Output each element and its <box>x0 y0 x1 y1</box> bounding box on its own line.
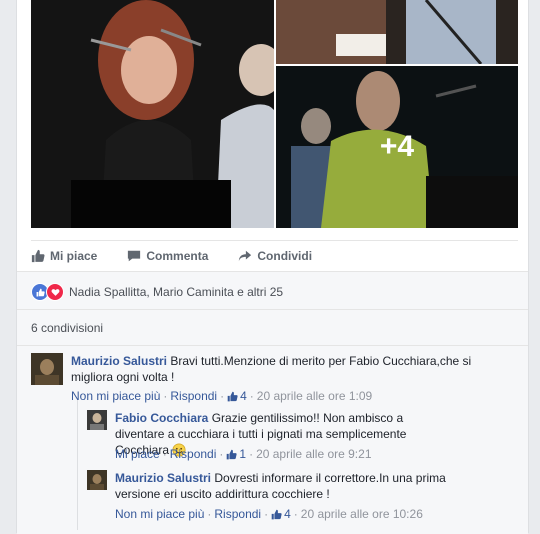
share-label: Condividi <box>257 249 313 263</box>
like-link[interactable]: Mi piace <box>115 447 160 461</box>
comment-time[interactable]: 20 aprile alle ore 1:09 <box>257 389 372 403</box>
reply-link[interactable]: Rispondi <box>170 447 217 461</box>
like-label: Mi piace <box>50 249 98 263</box>
reply-time[interactable]: 20 aprile alle ore 10:26 <box>301 507 423 521</box>
avatar[interactable] <box>31 353 63 385</box>
unlike-link[interactable]: Non mi piace più <box>71 389 160 403</box>
comment-meta: Non mi piace più · Rispondi · 4 · 20 apr… <box>71 389 373 403</box>
reply-meta: Mi piace · Rispondi · 1 · 20 aprile alle… <box>115 447 372 461</box>
reply-thread-line <box>77 400 78 530</box>
reply-like-count[interactable]: 4 <box>284 507 291 521</box>
avatar[interactable] <box>87 470 107 490</box>
more-photos-count[interactable]: +4 <box>276 66 518 228</box>
reply-item: Fabio Cocchiara Grazie gentilissimo!! No… <box>87 410 517 462</box>
thumbs-up-icon <box>31 249 45 263</box>
comment-icon <box>128 250 141 262</box>
shares-row: 6 condivisioni <box>17 309 528 346</box>
shares-count[interactable]: 6 condivisioni <box>31 321 103 335</box>
love-reaction-icon <box>46 283 64 301</box>
avatar[interactable] <box>87 410 107 430</box>
photo-top-right[interactable] <box>276 0 518 64</box>
share-icon <box>239 250 252 262</box>
reply-item: Maurizio Salustri Dovresti informare il … <box>87 470 517 522</box>
comments-section: Maurizio Salustri Bravi tutti.Menzione d… <box>17 345 528 534</box>
reply-author[interactable]: Fabio Cocchiara <box>115 411 208 425</box>
thumbs-up-icon <box>227 449 238 459</box>
thumbs-up-icon <box>271 509 282 519</box>
reactions-bar: Nadia Spallitta, Mario Caminita e altri … <box>17 271 528 310</box>
comment-button[interactable]: Commenta <box>127 249 208 263</box>
post-actions: Mi piace Commenta Condividi <box>31 240 518 271</box>
comment-like-count[interactable]: 4 <box>240 389 247 403</box>
comment-label: Commenta <box>146 249 209 263</box>
reply-like-count[interactable]: 1 <box>239 447 246 461</box>
reply-meta: Non mi piace più · Rispondi · 4 · 20 apr… <box>115 507 423 521</box>
reply-time[interactable]: 20 aprile alle ore 9:21 <box>256 447 371 461</box>
like-button[interactable]: Mi piace <box>31 249 97 263</box>
photo-bottom-right[interactable]: +4 <box>276 66 518 228</box>
photo-grid: +4 <box>31 0 518 228</box>
reply-link[interactable]: Rispondi <box>214 507 261 521</box>
reactions-names[interactable]: Nadia Spallitta, Mario Caminita e altri … <box>69 285 283 299</box>
reply-link[interactable]: Rispondi <box>170 389 217 403</box>
comment-author[interactable]: Maurizio Salustri <box>71 354 167 368</box>
share-button[interactable]: Condividi <box>238 249 312 263</box>
reply-author[interactable]: Maurizio Salustri <box>115 471 211 485</box>
photo-main[interactable] <box>31 0 274 228</box>
thumbs-up-icon <box>227 391 238 401</box>
unlike-link[interactable]: Non mi piace più <box>115 507 204 521</box>
comment-item: Maurizio Salustri Bravi tutti.Menzione d… <box>31 353 521 403</box>
post-card: +4 Mi piace Commenta Condividi Nadia Spa… <box>16 0 529 534</box>
